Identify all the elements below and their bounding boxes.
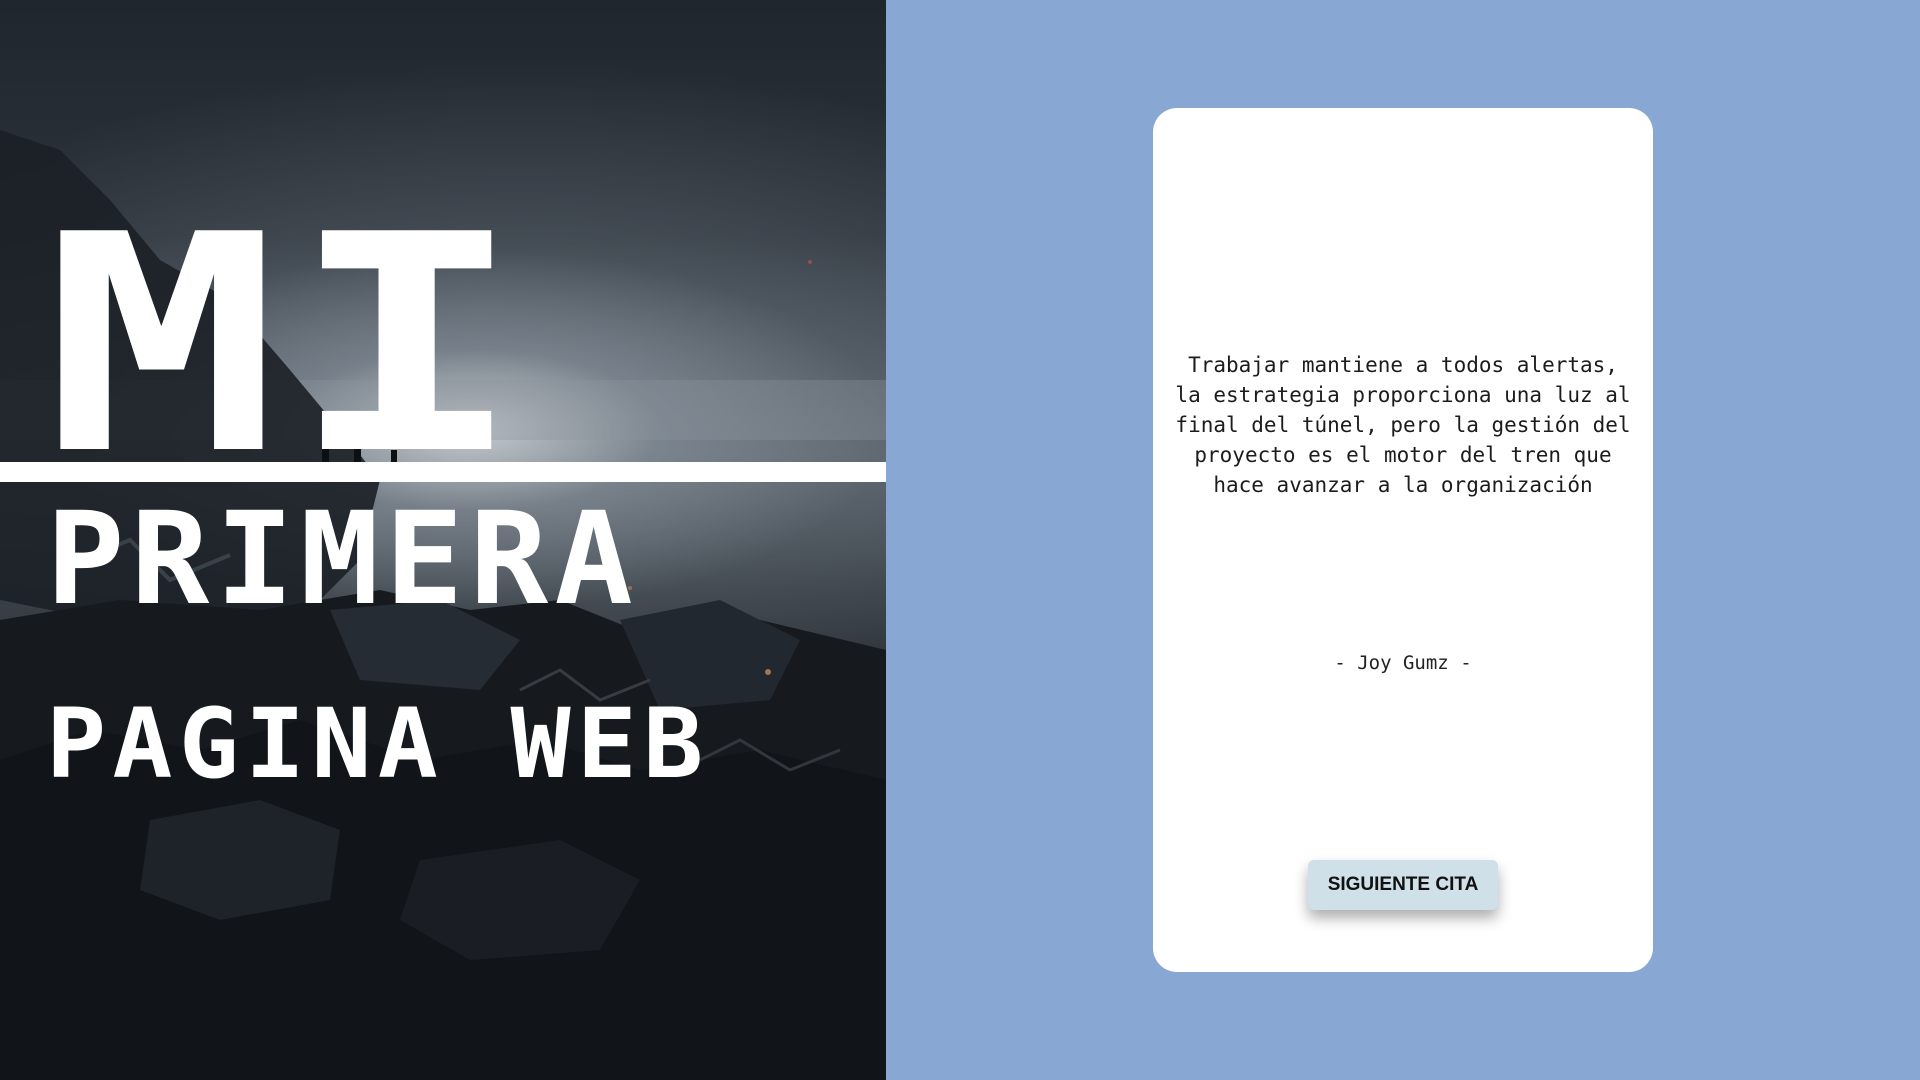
quote-text: Trabajar mantiene a todos alertas, la es… [1175, 353, 1631, 497]
quote-author: - Joy Gumz - [1334, 652, 1472, 674]
hero-title: MI PRIMERA PAGINA WEB [0, 0, 886, 1080]
quote-card: Trabajar mantiene a todos alertas, la es… [1153, 108, 1653, 972]
hero-title-line-3: PAGINA WEB [46, 688, 710, 800]
hero-section: MI PRIMERA PAGINA WEB [0, 0, 886, 1080]
hero-divider [0, 462, 886, 482]
page: MI PRIMERA PAGINA WEB Trabajar mantiene … [0, 0, 1920, 1080]
hero-title-line-2: PRIMERA [46, 485, 640, 634]
hero-title-line-1: MI [44, 171, 535, 520]
next-quote-button[interactable]: SIGUIENTE CITA [1308, 860, 1498, 910]
